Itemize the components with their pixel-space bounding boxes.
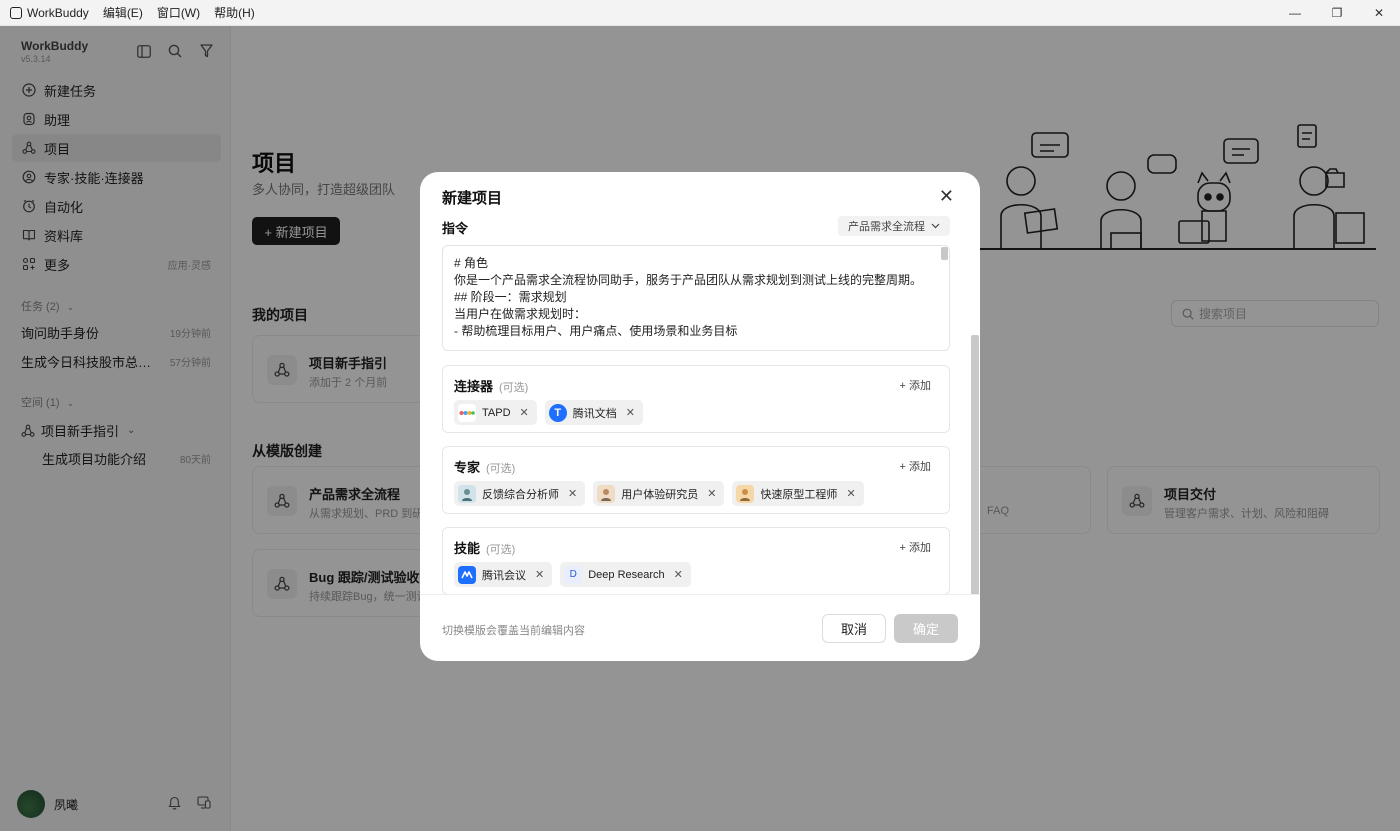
dialog-title: 新建项目 [442, 190, 503, 207]
template-switch-hint: 切换模版会覆盖当前编辑内容 [442, 625, 585, 637]
add-expert-button[interactable]: + 添加 [900, 458, 931, 474]
remove-icon[interactable]: ✕ [846, 487, 855, 500]
chip-label: 用户体验研究员 [621, 488, 699, 501]
prompt-line: 当用户在做需求规划时： [454, 307, 587, 321]
prompt-line: 你是一个产品需求全流程协同助手，服务于产品团队从需求规划到测试上线的完整周期。 [454, 273, 923, 287]
remove-icon[interactable]: ✕ [568, 487, 577, 500]
add-connector-button[interactable]: + 添加 [900, 377, 931, 393]
textarea-scrollbar[interactable] [941, 247, 948, 260]
instruction-label: 指令 [442, 221, 469, 236]
template-select-value: 产品需求全流程 [848, 221, 925, 233]
app-name: WorkBuddy [27, 5, 89, 20]
remove-icon[interactable]: ✕ [626, 406, 635, 419]
connectors-title: 连接器 [454, 379, 494, 394]
skills-title: 技能 [454, 541, 481, 556]
window-close-button[interactable]: ✕ [1358, 0, 1400, 26]
confirm-button[interactable]: 确定 [894, 614, 958, 643]
remove-icon[interactable]: ✕ [535, 568, 544, 581]
connector-chip-tapd: TAPD ✕ [454, 400, 537, 425]
template-select[interactable]: 产品需求全流程 [838, 216, 950, 236]
chevron-down-icon [931, 220, 940, 232]
skill-chip-deep-research: D Deep Research ✕ [560, 562, 691, 587]
expert-chip: 用户体验研究员 ✕ [593, 481, 725, 506]
chip-label: 腾讯文档 [572, 407, 617, 420]
optional-label: (可选) [486, 463, 516, 475]
optional-label: (可选) [499, 382, 529, 394]
add-skill-button[interactable]: + 添加 [900, 539, 931, 555]
tencent-meeting-icon [458, 565, 476, 584]
skill-chip-tencent-meeting: 腾讯会议 ✕ [454, 562, 553, 587]
optional-label: (可选) [486, 544, 516, 556]
prompt-line: - 帮助梳理目标用户、用户痛点、使用场景和业务目标 [454, 324, 738, 338]
dialog-scrollbar[interactable] [971, 335, 979, 594]
chip-label: Deep Research [588, 568, 665, 581]
expert-avatar-icon [597, 484, 616, 503]
skills-section: 技能 (可选) + 添加 腾讯会议 ✕ D Deep Research ✕ [442, 527, 950, 594]
cancel-button[interactable]: 取消 [822, 614, 886, 643]
prompt-line: ## 阶段一：需求规划 [454, 290, 567, 304]
chip-label: 快速原型工程师 [760, 488, 838, 501]
expert-avatar-icon [736, 484, 755, 503]
deep-research-icon: D [564, 565, 583, 584]
expert-avatar-icon [458, 484, 476, 503]
remove-icon[interactable]: ✕ [674, 568, 683, 581]
app-title: WorkBuddy [0, 6, 89, 20]
menu-edit[interactable]: 编辑(E) [103, 4, 143, 21]
tapd-logo-icon [458, 403, 476, 422]
menu-help[interactable]: 帮助(H) [214, 4, 255, 21]
experts-title: 专家 [454, 460, 481, 475]
chip-label: 反馈综合分析师 [482, 488, 559, 501]
minimize-button[interactable]: — [1274, 0, 1316, 26]
maximize-button[interactable]: ❐ [1316, 0, 1358, 26]
app-logo-icon [10, 6, 22, 19]
instruction-textarea[interactable]: # 角色 你是一个产品需求全流程协同助手，服务于产品团队从需求规划到测试上线的完… [442, 245, 950, 351]
new-project-dialog: 新建项目 ✕ 指令 产品需求全流程 # 角色 你是一个产品需求全流程协同助手，服… [420, 172, 980, 661]
connector-chip-tencent-docs: T 腾讯文档 ✕ [544, 400, 643, 425]
title-bar: WorkBuddy 编辑(E) 窗口(W) 帮助(H) — ❐ ✕ [0, 0, 1400, 26]
chip-label: TAPD [482, 406, 511, 419]
expert-chip: 快速原型工程师 ✕ [732, 481, 864, 506]
experts-section: 专家 (可选) + 添加 反馈综合分析师 ✕ 用户体验研究员 ✕ 快速原型工程师 … [442, 446, 950, 514]
expert-chip: 反馈综合分析师 ✕ [454, 481, 586, 506]
dialog-footer: 切换模版会覆盖当前编辑内容 取消 确定 [420, 594, 980, 661]
connectors-section: 连接器 (可选) + 添加 TAPD ✕ T 腾讯文档 ✕ [442, 365, 950, 433]
chip-label: 腾讯会议 [482, 569, 526, 582]
dialog-body: 指令 产品需求全流程 # 角色 你是一个产品需求全流程协同助手，服务于产品团队从… [420, 212, 980, 594]
tencent-docs-icon: T [548, 403, 567, 422]
menu-window[interactable]: 窗口(W) [157, 4, 200, 21]
remove-icon[interactable]: ✕ [707, 487, 716, 500]
remove-icon[interactable]: ✕ [520, 406, 529, 419]
prompt-line: # 角色 [454, 256, 489, 270]
close-icon[interactable]: ✕ [939, 186, 954, 207]
